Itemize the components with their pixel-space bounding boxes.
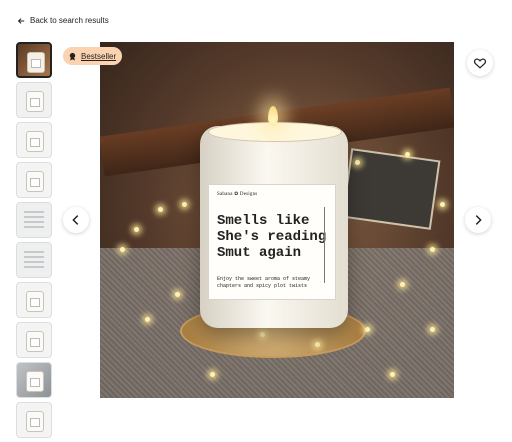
thumbnail-9[interactable] — [16, 362, 52, 398]
candle-label: Sabana ✿ Designs Smells like She's readi… — [208, 184, 336, 300]
document-thumbnail-lines — [24, 211, 44, 231]
candle-slogan: Smells like She's reading Smut again — [217, 213, 327, 261]
back-link-label: Back to search results — [30, 16, 109, 25]
candle-jar: Sabana ✿ Designs Smells like She's readi… — [200, 106, 348, 328]
label-side-rule — [324, 207, 331, 283]
candle-thumbnail-image — [26, 171, 44, 192]
candle-thumbnail-image — [26, 91, 44, 112]
thumbnail-list — [16, 42, 52, 442]
next-image-button[interactable] — [465, 207, 491, 233]
favorite-button[interactable] — [467, 50, 493, 76]
candle-thumbnail-image — [26, 291, 44, 312]
candle-thumbnail-image — [26, 411, 44, 432]
candle-description: Enjoy the sweet aroma of steamy chapters… — [217, 276, 311, 289]
previous-image-button[interactable] — [63, 207, 89, 233]
chevron-left-icon — [72, 215, 79, 225]
main-product-image: Sabana ✿ Designs Smells like She's readi… — [100, 42, 454, 398]
slogan-line: Smells like — [217, 213, 310, 229]
bestseller-label: Bestseller — [81, 51, 117, 61]
slogan-line: Smut again — [217, 245, 302, 261]
thumbnail-5[interactable] — [16, 202, 52, 238]
thumbnail-6[interactable] — [16, 242, 52, 278]
candle-thumbnail-image — [26, 371, 44, 392]
candle-thumbnail-image — [26, 331, 44, 352]
candle-thumbnail-image — [27, 52, 45, 73]
award-ribbon-icon — [69, 52, 76, 61]
bestseller-badge[interactable]: Bestseller — [63, 47, 123, 65]
candle-brand: Sabana ✿ Designs — [217, 192, 258, 197]
chevron-right-icon — [475, 215, 482, 225]
thumbnail-7[interactable] — [16, 282, 52, 318]
back-to-search-link[interactable]: Back to search results — [17, 16, 109, 25]
candle-thumbnail-image — [26, 131, 44, 152]
thumbnail-10[interactable] — [16, 402, 52, 438]
thumbnail-3[interactable] — [16, 122, 52, 158]
candle-flame — [268, 106, 278, 126]
thumbnail-4[interactable] — [16, 162, 52, 198]
thumbnail-8[interactable] — [16, 322, 52, 358]
arrow-left-icon — [17, 17, 25, 24]
slogan-line: She's reading — [217, 229, 327, 245]
heart-icon — [473, 58, 487, 69]
thumbnail-2[interactable] — [16, 82, 52, 118]
thumbnail-1[interactable] — [16, 42, 52, 78]
document-thumbnail-lines — [24, 251, 44, 271]
